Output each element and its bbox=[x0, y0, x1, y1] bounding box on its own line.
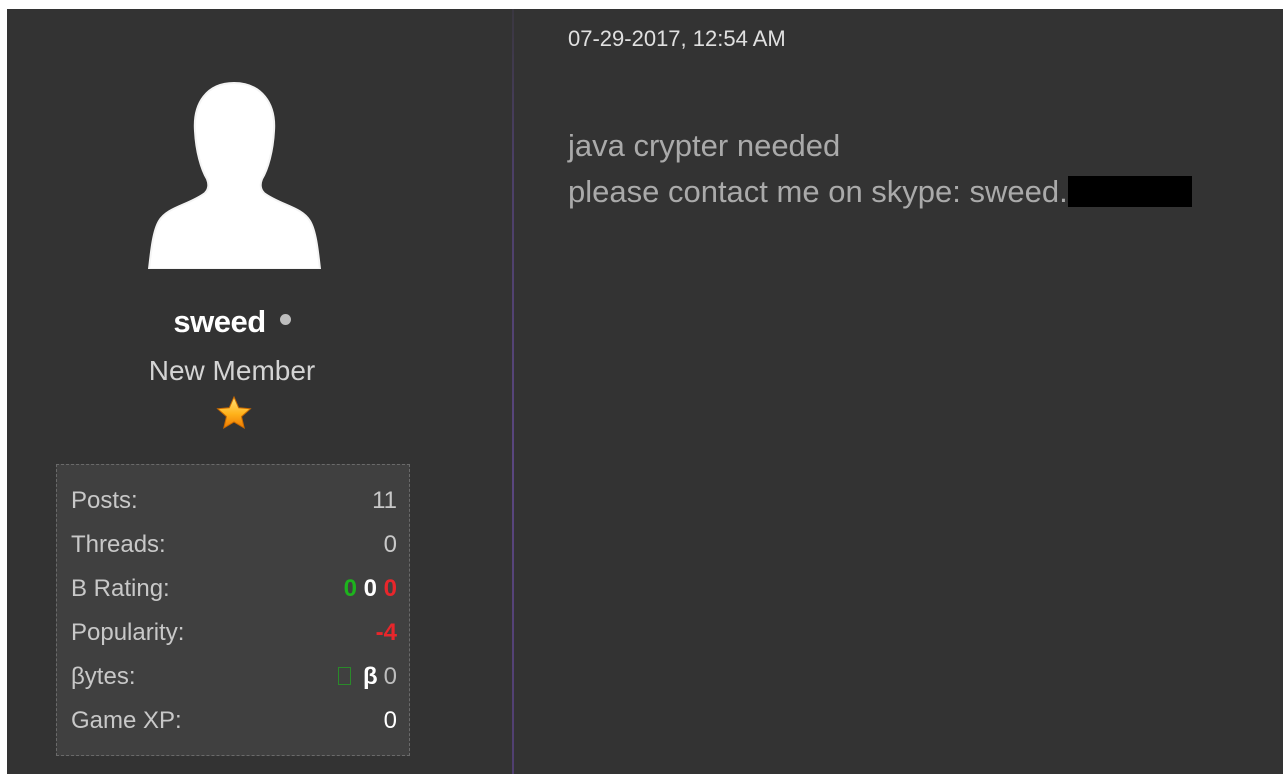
bytes-value: 0 bbox=[383, 663, 397, 690]
stat-label: Popularity: bbox=[71, 619, 185, 646]
post-timestamp: 07-29-2017, 12:54 AM bbox=[568, 26, 786, 51]
user-title: New Member bbox=[148, 355, 316, 386]
post-line-with-redaction: please contact me on skype: sweed. bbox=[568, 169, 1192, 215]
post-message: java crypter needed please contact me on… bbox=[568, 123, 1192, 215]
stat-label: B Rating: bbox=[71, 575, 170, 602]
b-rating-positive: 0 bbox=[343, 575, 357, 602]
stat-posts-value[interactable]: 11 bbox=[372, 487, 397, 515]
stat-threads-value[interactable]: 0 bbox=[384, 531, 397, 559]
stat-popularity: Popularity: -4 bbox=[71, 613, 397, 653]
stat-b-rating: B Rating: 0 0 0 bbox=[71, 569, 397, 609]
post-container: sweed New Member Posts: 11 Threads: 0 B … bbox=[7, 9, 1283, 774]
stat-posts: Posts: 11 bbox=[71, 481, 397, 521]
stat-label: βytes: bbox=[71, 663, 136, 690]
stat-popularity-value[interactable]: -4 bbox=[376, 619, 397, 647]
stat-threads: Threads: 0 bbox=[71, 525, 397, 565]
username-link[interactable]: sweed bbox=[173, 304, 266, 339]
user-sidebar: sweed New Member Posts: 11 Threads: 0 B … bbox=[7, 9, 512, 774]
b-rating-negative: 0 bbox=[383, 575, 397, 602]
star-icon bbox=[216, 395, 252, 430]
username-row: sweed bbox=[7, 304, 457, 340]
stat-game-xp-value: 0 bbox=[383, 707, 397, 734]
stat-label: Threads: bbox=[71, 531, 166, 558]
post-line: java crypter needed bbox=[568, 128, 841, 163]
default-avatar-icon[interactable] bbox=[147, 81, 322, 269]
b-rating-neutral: 0 bbox=[363, 575, 377, 602]
stat-game-xp: Game XP: 0 bbox=[71, 701, 397, 741]
column-divider bbox=[512, 9, 514, 774]
bytes-missing-icon bbox=[337, 666, 351, 685]
b-rating-values[interactable]: 0 0 0 bbox=[344, 575, 397, 603]
offline-status-icon bbox=[279, 314, 291, 326]
bytes-values: β0 bbox=[337, 663, 397, 691]
bytes-symbol: β bbox=[362, 663, 378, 690]
user-stats-box: Posts: 11 Threads: 0 B Rating: 0 0 0 Pop… bbox=[56, 464, 410, 756]
post-line: please contact me on skype: sweed. bbox=[568, 174, 1068, 209]
stat-bytes: βytes: β0 bbox=[71, 657, 397, 697]
stat-label: Game XP: bbox=[71, 707, 182, 734]
stat-label: Posts: bbox=[71, 487, 138, 514]
redaction-bar bbox=[1067, 176, 1192, 208]
